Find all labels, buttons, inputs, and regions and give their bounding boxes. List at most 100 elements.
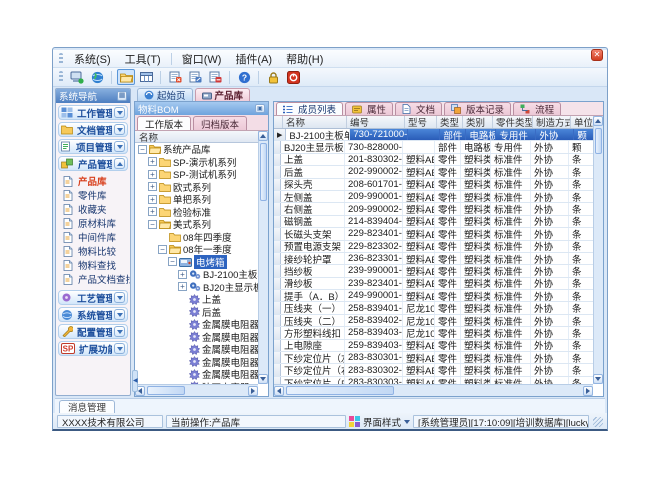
menu-tools[interactable]: 工具(T)	[118, 50, 168, 68]
cell[interactable]: 塑料类	[461, 166, 491, 177]
table-row[interactable]: 挡纱板239-990001-01E塑料ABS零件塑料类标准件外协条	[274, 265, 593, 277]
cell[interactable]: 部件	[435, 141, 461, 152]
cell[interactable]: 258-839403-00E	[345, 327, 403, 338]
sidebar-item-3[interactable]: 原材料库	[56, 216, 130, 230]
cell[interactable]: 磁钢盖	[281, 216, 345, 227]
cell[interactable]: 零件	[435, 315, 461, 326]
tree-item[interactable]: 08年四季度	[135, 231, 258, 244]
cell[interactable]: 外协	[531, 228, 569, 239]
cell[interactable]: 标准件	[491, 315, 531, 326]
cell[interactable]: 下纱定位片（左）	[281, 352, 345, 363]
splitter-collapse-button[interactable]: ◀	[132, 370, 138, 392]
grid-vertical-scrollbar[interactable]	[593, 116, 603, 384]
cell[interactable]: 部件	[440, 129, 466, 140]
sidebar-item-0[interactable]: 产品库	[56, 174, 130, 188]
chevron-down-icon[interactable]	[114, 107, 125, 118]
column-header[interactable]: 编号	[347, 116, 405, 128]
exit-icon[interactable]	[284, 69, 302, 85]
table-row[interactable]: 方形塑料线扣258-839403-00E尼龙1010零件塑料类标准件外协条	[274, 327, 593, 339]
cell[interactable]: 塑料ABS	[403, 278, 435, 289]
cell[interactable]: 标准件	[491, 179, 531, 190]
cell[interactable]: 塑料ABS	[403, 290, 435, 301]
cell[interactable]: 外协	[531, 327, 569, 338]
resize-grip[interactable]	[593, 417, 603, 427]
menu-plugins[interactable]: 插件(A)	[228, 50, 279, 68]
column-header[interactable]: 零件类型	[493, 116, 533, 128]
table-row[interactable]: 提手（A．B）249-990001-01E塑料ABS零件塑料类标准件外协条	[274, 290, 593, 302]
cell[interactable]: 202-990002-01E	[345, 166, 403, 177]
cell[interactable]: 塑料类	[461, 191, 491, 202]
cell[interactable]: 条	[569, 179, 593, 190]
cell[interactable]: 条	[569, 265, 593, 276]
cell[interactable]: BJ20主显示板	[281, 141, 345, 152]
table-row[interactable]: 左侧盖209-990001-01E塑料ABS零件塑料类标准件外协条	[274, 191, 593, 203]
nav-group-6[interactable]: 配置管理	[58, 324, 128, 339]
cell[interactable]: 201-830302-00E	[345, 154, 403, 165]
cell[interactable]: 236-823301-00E	[345, 253, 403, 264]
sidebar-item-2[interactable]: 收藏夹	[56, 202, 130, 216]
tree-item[interactable]: −系统产品库	[135, 143, 258, 156]
tree-item[interactable]: +BJ20主显示板	[135, 281, 258, 294]
cell[interactable]: 标准件	[491, 278, 531, 289]
cell[interactable]	[408, 129, 440, 140]
member-tab-2[interactable]: 文档	[395, 102, 442, 115]
grid-horizontal-scrollbar[interactable]	[274, 384, 593, 396]
member-tab-0[interactable]: 成员列表	[276, 102, 343, 115]
table-row[interactable]: 磁钢盖214-839404-01E塑料ABS零件塑料类标准件外协条	[274, 216, 593, 228]
member-tab-1[interactable]: 属性	[345, 102, 393, 115]
tree-vertical-scrollbar[interactable]	[258, 131, 268, 384]
tree-expander[interactable]: +	[148, 157, 157, 166]
column-header[interactable]: 型号	[405, 116, 437, 128]
cell[interactable]: 上电隙座	[281, 340, 345, 351]
tree-item[interactable]: 金属膜电阻器	[135, 368, 258, 381]
table-row[interactable]: 后盖202-990002-01E塑料ABS零件塑料类标准件外协条	[274, 166, 593, 178]
tree-expander[interactable]: +	[148, 195, 157, 204]
tree-item[interactable]: +SP-演示机系列	[135, 156, 258, 169]
cell[interactable]: 尼龙1010	[403, 315, 435, 326]
cell[interactable]: 条	[569, 253, 593, 264]
globe-icon[interactable]	[88, 69, 106, 85]
tree-item[interactable]: −08年一季度	[135, 243, 258, 256]
cell[interactable]: 左侧盖	[281, 191, 345, 202]
cell[interactable]: 730-828000-04E	[345, 141, 403, 152]
cell[interactable]: 塑料ABS	[403, 154, 435, 165]
cell[interactable]: 条	[569, 166, 593, 177]
tab-product-library[interactable]: 产品库	[195, 88, 251, 101]
tree-item[interactable]: −美式系列	[135, 218, 258, 231]
cell[interactable]: 塑料ABS	[403, 228, 435, 239]
cell[interactable]: 尼龙1010	[403, 302, 435, 313]
cell[interactable]: 专用件	[496, 129, 536, 140]
column-header[interactable]: 制造方式	[533, 116, 571, 128]
cell[interactable]: 塑料类	[461, 179, 491, 190]
scroll-left-icon[interactable]	[274, 386, 284, 396]
cell[interactable]: 预置电源支架	[281, 241, 345, 252]
table-row[interactable]: ▶BJ-2100主板单点730-721000-12E部件电路板专用件外协颗	[274, 129, 593, 141]
cell[interactable]: 条	[569, 203, 593, 214]
cell[interactable]: 标准件	[491, 154, 531, 165]
scroll-thumb[interactable]	[595, 128, 602, 154]
cell[interactable]: 塑料类	[461, 216, 491, 227]
lock-icon[interactable]	[264, 69, 282, 85]
cell[interactable]: 塑料类	[461, 278, 491, 289]
scroll-thumb[interactable]	[147, 386, 185, 395]
cell[interactable]: 零件	[435, 179, 461, 190]
cell[interactable]: 电路板	[466, 129, 496, 140]
table-row[interactable]: 压线夹（二）258-839402-00E尼龙1010零件塑料类标准件外协条	[274, 315, 593, 327]
column-header[interactable]: 类别	[463, 116, 493, 128]
cell[interactable]: 209-990002-01E	[345, 203, 403, 214]
style-selector[interactable]: 界面样式	[349, 415, 410, 429]
cell[interactable]: 条	[569, 278, 593, 289]
cell[interactable]: 零件	[435, 340, 461, 351]
cell[interactable]: 外协	[536, 129, 574, 140]
cell[interactable]: 塑料类	[461, 290, 491, 301]
cell[interactable]: 塑料类	[461, 253, 491, 264]
cell[interactable]: 零件	[435, 191, 461, 202]
computer-icon[interactable]	[68, 69, 86, 85]
table-row[interactable]: 下纱定位片（左）283-830301-00E塑料ABS零件塑料类标准件外协条	[274, 352, 593, 364]
scroll-down-icon[interactable]	[258, 374, 268, 384]
chevron-down-icon[interactable]	[114, 343, 125, 354]
cell[interactable]: 尼龙1010	[403, 327, 435, 338]
cell[interactable]: 塑料类	[461, 154, 491, 165]
cell[interactable]: 挡纱板	[281, 265, 345, 276]
cell[interactable]: 塑料ABS	[403, 166, 435, 177]
